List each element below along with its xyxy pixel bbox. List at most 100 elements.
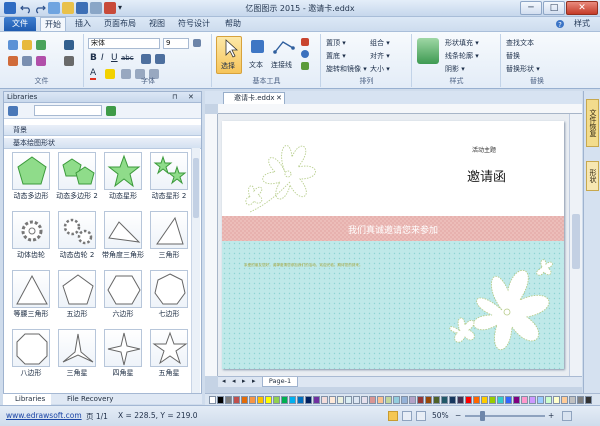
color-swatch[interactable] xyxy=(577,396,584,404)
color-swatch[interactable] xyxy=(337,396,344,404)
shape-rect-icon[interactable] xyxy=(301,38,309,46)
color-swatch[interactable] xyxy=(545,396,552,404)
page-view-icon[interactable] xyxy=(388,411,398,421)
tab-insert[interactable]: 插入 xyxy=(72,17,94,31)
send-back-button[interactable]: 置底 ▾ xyxy=(326,51,346,61)
bold-button[interactable]: B xyxy=(90,53,97,63)
color-swatch[interactable] xyxy=(353,396,360,404)
shape-item[interactable]: 五边形 xyxy=(54,270,100,328)
rotate-mirror-button[interactable]: 旋转和镜像 ▾ xyxy=(326,64,367,74)
last-page-button[interactable]: ▸ xyxy=(252,377,256,385)
pin-panel-button[interactable]: ⊓ xyxy=(172,92,177,103)
website-link[interactable]: www.edrawsoft.com xyxy=(6,411,82,420)
style-menu-link[interactable]: 样式 xyxy=(568,17,596,31)
color-swatch[interactable] xyxy=(585,396,592,404)
shape-item[interactable]: 八边形 xyxy=(8,329,54,387)
shadow-button[interactable]: 阴影 ▾ xyxy=(445,64,465,74)
prev-page-button[interactable]: ◂ xyxy=(232,377,236,385)
zoom-fit-icon[interactable] xyxy=(562,411,572,421)
tab-view[interactable]: 视图 xyxy=(146,17,168,31)
bullet-list-icon[interactable] xyxy=(141,54,151,64)
color-swatch[interactable] xyxy=(425,396,432,404)
size-button[interactable]: 大小 ▾ xyxy=(370,64,390,74)
close-document-button[interactable]: ✕ xyxy=(276,93,282,104)
library-search-input[interactable] xyxy=(34,105,102,116)
color-swatch[interactable] xyxy=(561,396,568,404)
color-swatch[interactable] xyxy=(273,396,280,404)
color-swatch[interactable] xyxy=(473,396,480,404)
select-tool-button[interactable]: 选择 xyxy=(216,36,242,74)
copy-icon[interactable] xyxy=(22,56,32,66)
color-swatch[interactable] xyxy=(401,396,408,404)
cut-icon[interactable] xyxy=(8,56,18,66)
color-swatch[interactable] xyxy=(209,396,216,404)
color-swatch[interactable] xyxy=(537,396,544,404)
new-icon[interactable] xyxy=(8,40,18,50)
shape-item[interactable]: 五角星 xyxy=(146,329,192,387)
color-swatch[interactable] xyxy=(217,396,224,404)
print-file-icon[interactable] xyxy=(64,56,74,66)
section-background[interactable]: 背景 xyxy=(4,125,201,136)
shape-item[interactable]: 动态星形 2 xyxy=(146,152,192,210)
library-go-icon[interactable] xyxy=(106,106,116,116)
connector-tool-button[interactable]: 连接线 xyxy=(271,36,297,74)
color-swatch[interactable] xyxy=(321,396,328,404)
tab-symbol-design[interactable]: 符号设计 xyxy=(174,17,214,31)
color-swatch[interactable] xyxy=(505,396,512,404)
shape-item[interactable]: 动态多边形 xyxy=(8,152,54,210)
shape-item[interactable]: 动态星形 xyxy=(100,152,146,210)
canvas-vertical-scrollbar[interactable] xyxy=(569,114,582,376)
bring-front-button[interactable]: 置顶 ▾ xyxy=(326,38,346,48)
minimize-button[interactable]: ─ xyxy=(520,1,542,15)
color-swatch[interactable] xyxy=(385,396,392,404)
zoom-slider-thumb[interactable] xyxy=(480,411,485,421)
drawing-canvas[interactable]: 活动主题 邀请函 我们真诚邀请您来参加 亲爱的朋友您好，诚挚邀请您参加我们的活动… xyxy=(218,114,582,376)
first-page-button[interactable]: ◂ xyxy=(222,377,226,385)
font-size-select[interactable]: 9 xyxy=(163,38,189,49)
tab-libraries[interactable]: Libraries xyxy=(3,394,51,405)
color-swatch[interactable] xyxy=(297,396,304,404)
close-button[interactable]: ✕ xyxy=(566,1,598,15)
tab-right-shapes[interactable]: 形状 xyxy=(586,161,599,191)
shape-item[interactable]: 三角形 xyxy=(146,211,192,269)
color-swatch[interactable] xyxy=(289,396,296,404)
tab-file-recovery[interactable]: File Recovery xyxy=(55,394,125,405)
color-swatch[interactable] xyxy=(449,396,456,404)
paste-icon[interactable] xyxy=(36,40,46,50)
color-swatch[interactable] xyxy=(489,396,496,404)
color-swatch[interactable] xyxy=(265,396,272,404)
invitation-page[interactable]: 活动主题 邀请函 我们真诚邀请您来参加 亲爱的朋友您好，诚挚邀请您参加我们的活动… xyxy=(222,121,564,369)
canvas-scroll-thumb[interactable] xyxy=(572,214,580,269)
tab-file[interactable]: 文件 xyxy=(4,17,36,31)
replace-shape-button[interactable]: 替换形状 ▾ xyxy=(506,64,540,74)
color-swatch[interactable] xyxy=(497,396,504,404)
color-swatch[interactable] xyxy=(345,396,352,404)
color-swatch[interactable] xyxy=(553,396,560,404)
color-swatch[interactable] xyxy=(281,396,288,404)
document-tab[interactable]: 邀请卡.eddx ✕ xyxy=(223,92,285,104)
color-swatch[interactable] xyxy=(481,396,488,404)
fit-page-icon[interactable] xyxy=(402,411,412,421)
replace-button[interactable]: 替换 xyxy=(506,51,520,61)
shape-item[interactable]: 四角星 xyxy=(100,329,146,387)
color-swatch[interactable] xyxy=(257,396,264,404)
underline-button[interactable]: U xyxy=(111,53,118,63)
tab-help[interactable]: 帮助 xyxy=(222,17,244,31)
help-icon[interactable]: ? xyxy=(555,19,565,29)
color-swatch[interactable] xyxy=(329,396,336,404)
shape-item[interactable]: 动态齿轮 2 xyxy=(54,211,100,269)
shape-item[interactable]: 动态多边形 2 xyxy=(54,152,100,210)
align-button[interactable]: 对齐 ▾ xyxy=(370,51,390,61)
color-swatch[interactable] xyxy=(249,396,256,404)
format-painter-icon[interactable] xyxy=(36,56,46,66)
shape-circle-icon[interactable] xyxy=(301,50,309,58)
color-swatch[interactable] xyxy=(513,396,520,404)
save-file-icon[interactable] xyxy=(64,40,74,50)
color-swatch[interactable] xyxy=(313,396,320,404)
color-swatch[interactable] xyxy=(457,396,464,404)
library-scroll-thumb[interactable] xyxy=(193,158,199,218)
color-swatch[interactable] xyxy=(241,396,248,404)
text-tool-button[interactable]: 文本 xyxy=(245,36,269,74)
close-panel-button[interactable]: ✕ xyxy=(188,92,194,103)
indent-icon[interactable] xyxy=(155,54,165,64)
